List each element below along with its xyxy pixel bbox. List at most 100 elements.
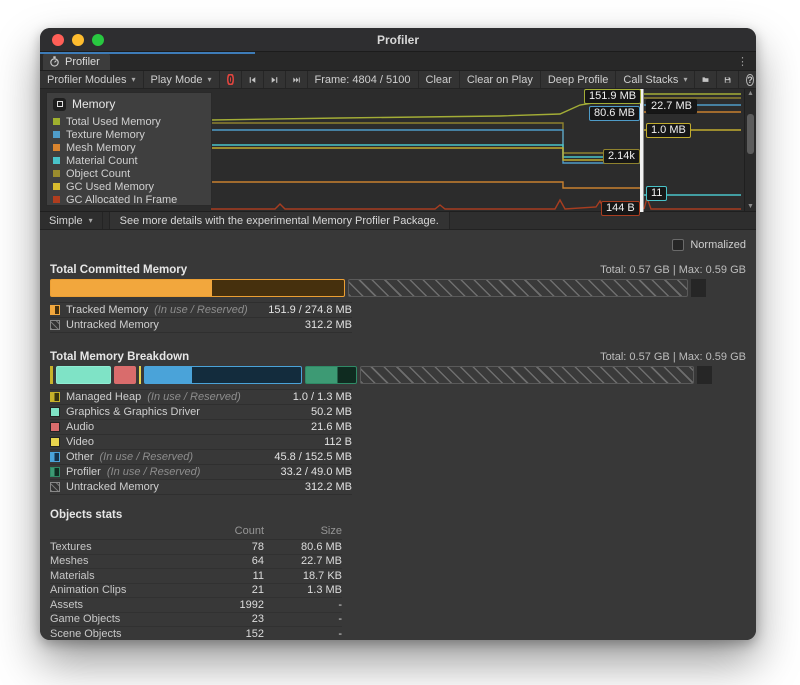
breakdown-legend: Managed Heap (In use / Reserved) 1.0 / 1…: [50, 389, 352, 495]
window-title: Profiler: [377, 33, 419, 47]
chart-value-label: 144 B: [601, 201, 640, 216]
chevron-down-icon: ▾: [89, 216, 93, 225]
table-row: Assets 1992 -: [50, 598, 342, 613]
legend-sub: (In use / Reserved): [147, 391, 241, 403]
memory-legend-item[interactable]: Mesh Memory: [53, 141, 205, 154]
legend-value: 151.9 / 274.8 MB: [268, 304, 352, 316]
series-color-swatch: [53, 170, 60, 177]
legend-sub: (In use / Reserved): [154, 304, 248, 316]
simple-view-dropdown[interactable]: Simple ▾: [40, 212, 103, 229]
simple-view-label: Simple: [49, 215, 83, 227]
frame-counter-label: Frame: 4804 / 5100: [315, 74, 411, 86]
breakdown-memory-bar: [50, 366, 712, 384]
view-mode-bar: Simple ▾ See more details with the exper…: [40, 212, 756, 230]
clear-on-play-label: Clear on Play: [467, 74, 533, 86]
bar-segment-video: [139, 366, 141, 384]
legend-sub: (In use / Reserved): [100, 451, 194, 463]
toolbar: Profiler Modules ▾ Play Mode ▾ Frame: 48: [40, 71, 756, 89]
memory-legend-item[interactable]: GC Used Memory: [53, 180, 205, 193]
play-mode-dropdown[interactable]: Play Mode ▾: [144, 71, 220, 88]
bar-segment-profiler: [305, 366, 358, 384]
series-color-swatch: [53, 131, 60, 138]
legend-row: Untracked Memory 312.2 MB: [50, 480, 352, 495]
deep-profile-button[interactable]: Deep Profile: [541, 71, 617, 88]
legend-value: 33.2 / 49.0 MB: [280, 466, 352, 478]
series-color-swatch: [53, 183, 60, 190]
bar-segment-other: [144, 366, 302, 384]
memory-legend-list: Total Used MemoryTexture MemoryMesh Memo…: [53, 115, 205, 206]
help-icon: ?: [746, 74, 754, 86]
tracked-memory-swatch: [50, 305, 60, 315]
call-stacks-dropdown[interactable]: Call Stacks ▾: [616, 71, 695, 88]
legend-row: Other (In use / Reserved) 45.8 / 152.5 M…: [50, 450, 352, 465]
series-label: GC Used Memory: [66, 181, 154, 193]
memory-legend-item[interactable]: Material Count: [53, 154, 205, 167]
normalized-row: Normalized: [50, 236, 746, 254]
folder-open-icon: [702, 74, 709, 85]
legend-row: Audio 21.6 MB: [50, 420, 352, 435]
memory-legend-item[interactable]: Texture Memory: [53, 128, 205, 141]
normalized-checkbox[interactable]: [672, 239, 684, 251]
skip-back-icon: [249, 75, 256, 85]
profiler-modules-label: Profiler Modules: [47, 74, 126, 86]
bar-segment-audio: [114, 366, 136, 384]
memory-legend-item[interactable]: Object Count: [53, 167, 205, 180]
record-button[interactable]: [220, 71, 242, 88]
memory-module-icon: [53, 98, 66, 111]
count-column-header: Count: [209, 525, 264, 539]
committed-title: Total Committed Memory: [50, 264, 187, 276]
table-row: Materials 11 18.7 KB: [50, 569, 342, 584]
record-icon: [230, 77, 231, 82]
close-button[interactable]: [52, 34, 64, 46]
legend-label: Graphics & Graphics Driver: [66, 406, 200, 418]
zoom-button[interactable]: [92, 34, 104, 46]
frame-counter: Frame: 4804 / 5100: [308, 71, 419, 88]
objects-stats-title: Objects stats: [50, 509, 746, 521]
breakdown-totals: Total: 0.57 GB | Max: 0.59 GB: [600, 351, 746, 363]
chart-scrollbar[interactable]: ▲ ▼: [744, 89, 756, 211]
scroll-down-icon[interactable]: ▼: [747, 203, 754, 210]
memory-module-header: Memory: [53, 97, 205, 111]
save-profile-button[interactable]: [717, 71, 739, 88]
audio-swatch: [50, 422, 60, 432]
series-color-swatch: [53, 118, 60, 125]
profiler-modules-dropdown[interactable]: Profiler Modules ▾: [40, 71, 144, 88]
next-frame-button[interactable]: [264, 71, 286, 88]
tab-profiler[interactable]: Profiler: [43, 53, 110, 70]
tab-label: Profiler: [65, 56, 100, 68]
memory-chart[interactable]: 151.9 MB22.7 MB80.6 MB1.0 MB2.14k11144 B…: [40, 89, 756, 212]
clear-on-play-button[interactable]: Clear on Play: [460, 71, 541, 88]
memory-module-panel[interactable]: Memory Total Used MemoryTexture MemoryMe…: [46, 92, 212, 206]
previous-frame-button[interactable]: [242, 71, 264, 88]
tab-menu-icon[interactable]: ⋮: [729, 55, 756, 68]
legend-value: 312.2 MB: [305, 481, 352, 493]
legend-value: 312.2 MB: [305, 319, 352, 331]
help-button[interactable]: ?: [739, 71, 756, 88]
series-label: Material Count: [66, 155, 138, 167]
series-label: Object Count: [66, 168, 130, 180]
load-profile-button[interactable]: [695, 71, 717, 88]
breakdown-title: Total Memory Breakdown: [50, 351, 189, 363]
chart-value-label: 11: [646, 186, 667, 201]
memory-module-title: Memory: [72, 97, 115, 111]
window-controls: [52, 34, 104, 46]
save-icon: [724, 74, 731, 86]
committed-totals: Total: 0.57 GB | Max: 0.59 GB: [600, 264, 746, 276]
memory-legend-item[interactable]: Total Used Memory: [53, 115, 205, 128]
legend-row: Video 112 B: [50, 435, 352, 450]
legend-label: Managed Heap: [66, 391, 141, 403]
current-frame-button[interactable]: [286, 71, 308, 88]
title-bar[interactable]: Profiler: [40, 28, 756, 52]
minimize-button[interactable]: [72, 34, 84, 46]
breakdown-section-header: Total Memory Breakdown Total: 0.57 GB | …: [50, 347, 746, 363]
clear-button[interactable]: Clear: [419, 71, 460, 88]
legend-label: Untracked Memory: [66, 481, 159, 493]
committed-section-header: Total Committed Memory Total: 0.57 GB | …: [50, 260, 746, 276]
chart-value-label: 22.7 MB: [646, 99, 697, 114]
scrollbar-thumb[interactable]: [747, 114, 754, 154]
legend-value: 50.2 MB: [311, 406, 352, 418]
scroll-up-icon[interactable]: ▲: [747, 90, 754, 97]
bar-segment-tracked: [50, 279, 345, 297]
clear-label: Clear: [426, 74, 452, 86]
memory-legend-item[interactable]: GC Allocated In Frame: [53, 193, 205, 206]
